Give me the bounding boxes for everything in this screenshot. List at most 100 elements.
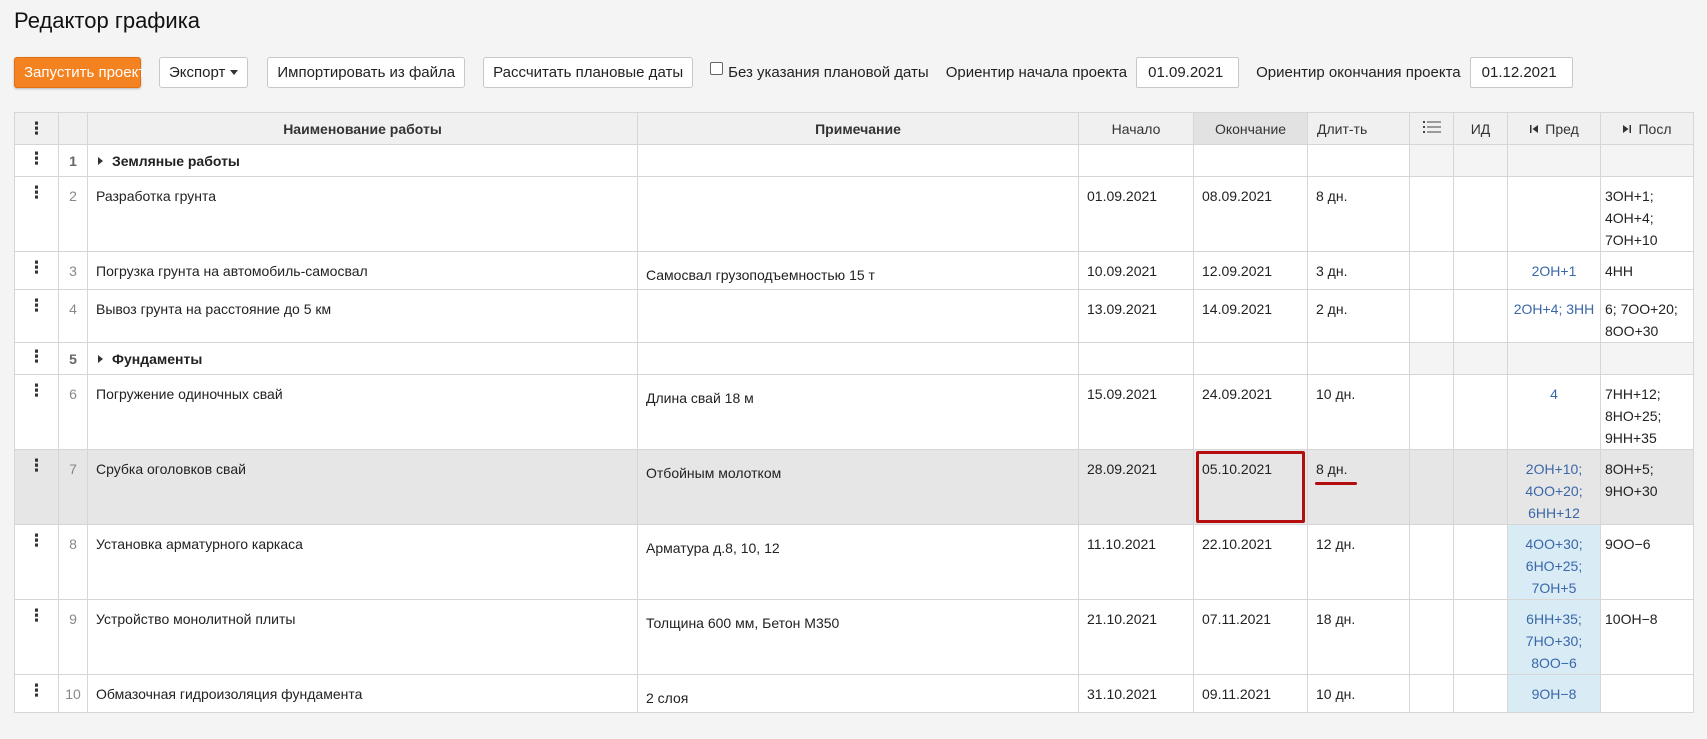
header-list[interactable] — [1409, 112, 1454, 145]
list-icon[interactable] — [1422, 120, 1441, 134]
start-project-button[interactable]: Запустить проект — [14, 57, 145, 88]
id-cell[interactable] — [1453, 176, 1508, 252]
duration-cell[interactable] — [1307, 342, 1410, 375]
id-cell[interactable] — [1453, 144, 1508, 177]
note-cell[interactable] — [637, 289, 1079, 343]
succ-cell[interactable]: 8ОН+5; 9НО+30 — [1600, 449, 1694, 525]
pred-cell[interactable]: 2ОН+1 — [1507, 251, 1601, 290]
duration-cell[interactable] — [1307, 144, 1410, 177]
list-cell[interactable] — [1409, 524, 1454, 600]
header-pred[interactable]: Пред — [1507, 112, 1601, 145]
row-menu-cell[interactable]: ⋮ — [14, 449, 59, 525]
end-date-cell[interactable]: 12.09.2021 — [1193, 251, 1308, 290]
end-date-cell[interactable]: 24.09.2021 — [1193, 374, 1308, 450]
note-cell[interactable] — [637, 176, 1079, 252]
end-date-cell[interactable]: 22.10.2021 — [1193, 524, 1308, 600]
succ-cell[interactable] — [1600, 342, 1694, 375]
vertical-ellipsis-icon[interactable]: ⋮ — [16, 451, 58, 478]
pred-link[interactable]: 2ОН+1 — [1512, 260, 1596, 282]
task-name-cell[interactable]: Вывоз грунта на расстояние до 5 км — [87, 289, 638, 343]
pred-cell[interactable]: 4 — [1507, 374, 1601, 450]
end-date-cell[interactable]: 08.09.2021 — [1193, 176, 1308, 252]
list-cell[interactable] — [1409, 374, 1454, 450]
list-cell[interactable] — [1409, 599, 1454, 675]
triangle-right-icon[interactable] — [98, 355, 103, 364]
header-note[interactable]: Примечание — [637, 112, 1079, 145]
vertical-ellipsis-icon[interactable]: ⋮ — [16, 253, 58, 280]
succ-cell[interactable]: 7НН+12; 8НО+25; 9НН+35 — [1600, 374, 1694, 450]
end-date-cell[interactable]: 07.11.2021 — [1193, 599, 1308, 675]
succ-cell[interactable]: 10ОН−8 — [1600, 599, 1694, 675]
table-row[interactable]: ⋮ 2 Разработка грунта 01.09.2021 08.09.2021 8… — [14, 176, 1694, 252]
succ-cell[interactable]: 9ОО−6 — [1600, 524, 1694, 600]
vertical-ellipsis-icon[interactable]: ⋮ — [16, 291, 58, 318]
note-cell[interactable] — [637, 144, 1079, 177]
pred-link[interactable]: 7НО+30; — [1512, 630, 1596, 652]
vertical-ellipsis-icon[interactable]: ⋮ — [16, 146, 58, 171]
vertical-ellipsis-icon[interactable]: ⋮ — [16, 178, 58, 205]
note-cell[interactable]: Толщина 600 мм, Бетон М350 — [637, 599, 1079, 675]
end-date-cell[interactable]: 05.10.2021 — [1193, 449, 1308, 525]
list-cell[interactable] — [1409, 449, 1454, 525]
import-from-file-button[interactable]: Импортировать из файла — [267, 57, 466, 88]
pred-link[interactable]: 9ОН−8 — [1512, 683, 1596, 705]
task-name-cell[interactable]: Погрузка грунта на автомобиль-самосвал — [87, 251, 638, 290]
list-cell[interactable] — [1409, 342, 1454, 375]
pred-link[interactable]: 2ОН+10; — [1512, 458, 1596, 480]
pred-cell[interactable]: 6НН+35; 7НО+30; 8ОО−6 — [1507, 599, 1601, 675]
start-ref-date-input[interactable]: 01.09.2021 — [1136, 57, 1240, 88]
list-cell[interactable] — [1409, 144, 1454, 177]
calculate-planned-dates-button[interactable]: Рассчитать плановые даты — [483, 57, 694, 88]
row-menu-cell[interactable]: ⋮ — [14, 342, 59, 375]
succ-cell[interactable]: 6; 7ОО+20; 8ОО+30 — [1600, 289, 1694, 343]
row-menu-cell[interactable]: ⋮ — [14, 674, 59, 713]
start-date-cell[interactable]: 31.10.2021 — [1078, 674, 1194, 713]
id-cell[interactable] — [1453, 342, 1508, 375]
table-row[interactable]: ⋮ 7 Срубка оголовков свай Отбойным молотком… — [14, 449, 1694, 525]
table-row[interactable]: ⋮ 9 Устройство монолитной плиты Толщина 600… — [14, 599, 1694, 675]
duration-cell[interactable]: 18 дн. — [1307, 599, 1410, 675]
header-end[interactable]: Окончание — [1193, 112, 1308, 145]
pred-cell[interactable]: 2ОН+4; 3НН — [1507, 289, 1601, 343]
pred-link[interactable]: 4ОО+20; — [1512, 480, 1596, 502]
pred-link[interactable]: 2ОН+4; 3НН — [1512, 298, 1596, 320]
pred-link[interactable]: 6НН+12 — [1512, 502, 1596, 524]
start-date-cell[interactable]: 13.09.2021 — [1078, 289, 1194, 343]
checkbox-box[interactable] — [710, 62, 724, 75]
end-ref-date-input[interactable]: 01.12.2021 — [1469, 57, 1573, 88]
row-menu-cell[interactable]: ⋮ — [14, 599, 59, 675]
start-date-cell[interactable]: 01.09.2021 — [1078, 176, 1194, 252]
start-cell[interactable] — [1078, 342, 1194, 375]
pred-link[interactable]: 6НН+35; — [1512, 608, 1596, 630]
task-name-cell[interactable]: Установка арматурного каркаса — [87, 524, 638, 600]
table-row[interactable]: ⋮ 10 Обмазочная гидроизоляция фундамента 2 … — [14, 674, 1694, 713]
header-id[interactable]: ИД — [1453, 112, 1508, 145]
header-succ[interactable]: Посл — [1600, 112, 1694, 145]
vertical-ellipsis-icon[interactable]: ⋮ — [16, 601, 58, 628]
succ-cell[interactable] — [1600, 144, 1694, 177]
group-row[interactable]: ⋮ 5 Фундаменты — [14, 342, 1694, 375]
table-row[interactable]: ⋮ 4 Вывоз грунта на расстояние до 5 км 13.0… — [14, 289, 1694, 343]
pred-link[interactable]: 8ОО−6 — [1512, 652, 1596, 674]
table-row[interactable]: ⋮ 3 Погрузка грунта на автомобиль-самосвал… — [14, 251, 1694, 290]
end-date-cell[interactable]: 14.09.2021 — [1193, 289, 1308, 343]
id-cell[interactable] — [1453, 251, 1508, 290]
pred-link[interactable]: 6НО+25; — [1512, 555, 1596, 577]
start-date-cell[interactable]: 21.10.2021 — [1078, 599, 1194, 675]
pred-cell[interactable]: 2ОН+10; 4ОО+20; 6НН+12 — [1507, 449, 1601, 525]
note-cell[interactable]: Отбойным молотком — [637, 449, 1079, 525]
task-name-cell[interactable]: Погружение одиночных свай — [87, 374, 638, 450]
succ-cell[interactable]: 4НН — [1600, 251, 1694, 290]
start-date-cell[interactable]: 28.09.2021 — [1078, 449, 1194, 525]
duration-cell[interactable]: 8 дн. — [1307, 176, 1410, 252]
start-cell[interactable] — [1078, 144, 1194, 177]
note-cell[interactable]: Длина свай 18 м — [637, 374, 1079, 450]
group-name-cell[interactable]: Земляные работы — [87, 144, 638, 177]
duration-cell[interactable]: 10 дн. — [1307, 674, 1410, 713]
row-menu-cell[interactable]: ⋮ — [14, 524, 59, 600]
pred-cell[interactable] — [1507, 342, 1601, 375]
vertical-ellipsis-icon[interactable]: ⋮ — [16, 676, 58, 703]
vertical-ellipsis-icon[interactable]: ⋮ — [16, 344, 58, 369]
list-cell[interactable] — [1409, 251, 1454, 290]
group-row[interactable]: ⋮ 1 Земляные работы — [14, 144, 1694, 177]
